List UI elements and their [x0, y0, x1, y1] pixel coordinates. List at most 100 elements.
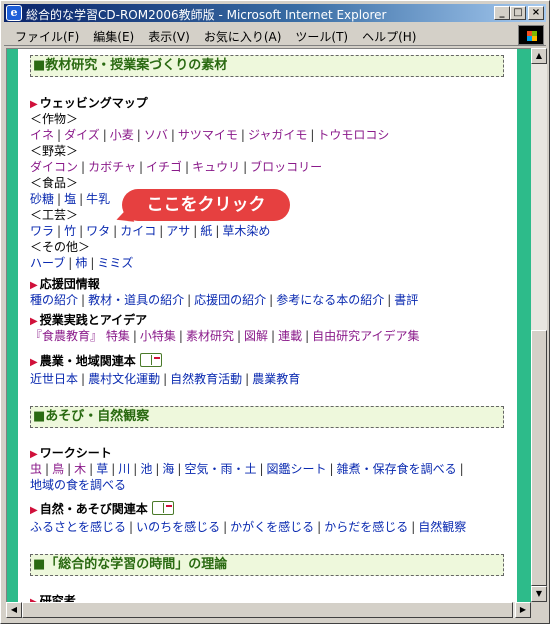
- scroll-up-icon[interactable]: ▲: [531, 48, 547, 64]
- link-crop[interactable]: 小麦: [110, 128, 134, 142]
- scroll-left-icon[interactable]: ◀: [6, 602, 22, 618]
- craft-links: ワラ | 竹 | ワタ | カイコ | アサ | 紙 | 草木染め: [30, 224, 271, 238]
- label-crafts: ＜工芸＞: [30, 208, 79, 222]
- link-nature[interactable]: 自然観察: [418, 520, 466, 534]
- link-practice[interactable]: 図解: [244, 329, 268, 343]
- link-support[interactable]: 参考になる本の紹介: [276, 293, 384, 307]
- link-other[interactable]: ミミズ: [97, 256, 133, 270]
- subheading-researchers[interactable]: ▶研究者: [30, 593, 76, 602]
- agri-links: 近世日本 | 農村文化運動 | 自然教育活動 | 農業教育: [30, 372, 301, 386]
- label-others: ＜その他＞: [30, 240, 91, 254]
- link-support[interactable]: 種の紹介: [30, 293, 78, 307]
- researchers-title: 研究者: [39, 594, 76, 602]
- link-craft[interactable]: カイコ: [120, 224, 156, 238]
- link-vegetable[interactable]: イチゴ: [146, 160, 182, 174]
- link-craft[interactable]: ワラ: [30, 224, 54, 238]
- vertical-scrollbar[interactable]: ▲ ▼: [531, 48, 547, 602]
- menu-help[interactable]: ヘルプ(H): [355, 24, 423, 45]
- page-content: ■教材研究・授業案づくりの素材 ▶ ウェッビングマップ ＜作物＞ イネ | ダイズ | 小…: [18, 49, 517, 602]
- link-nature[interactable]: ふるさとを感じる: [30, 520, 126, 534]
- browser-window: e 総合的な学習CD-ROM2006教師版 - Microsoft Intern…: [0, 0, 550, 624]
- link-worksheet[interactable]: 草: [96, 462, 108, 476]
- link-food[interactable]: 塩: [64, 192, 76, 206]
- link-craft[interactable]: 竹: [64, 224, 76, 238]
- scroll-down-icon[interactable]: ▼: [531, 586, 547, 602]
- scroll-right-icon[interactable]: ▶: [515, 602, 531, 618]
- link-worksheet[interactable]: 鳥: [52, 462, 64, 476]
- link-practice[interactable]: 自由研究アイデア集: [312, 329, 419, 343]
- link-craft[interactable]: 草木染め: [222, 224, 270, 238]
- maximize-button[interactable]: □: [510, 6, 526, 20]
- subheading-agri-books[interactable]: ▶ 農業・地域関連本: [30, 351, 162, 371]
- link-vegetable[interactable]: キュウリ: [192, 160, 240, 174]
- link-agri[interactable]: 農村文化運動: [88, 372, 160, 386]
- arrow-icon: ▶: [30, 280, 38, 291]
- link-agri[interactable]: 農業教育: [252, 372, 300, 386]
- link-agri[interactable]: 自然教育活動: [170, 372, 242, 386]
- title-bar[interactable]: e 総合的な学習CD-ROM2006教師版 - Microsoft Intern…: [4, 4, 546, 22]
- link-worksheet[interactable]: 海: [162, 462, 174, 476]
- link-other[interactable]: ハーブ: [30, 256, 65, 270]
- link-worksheet[interactable]: 虫: [30, 462, 42, 476]
- link-crop[interactable]: ダイズ: [64, 128, 100, 142]
- right-green-border: [517, 49, 531, 602]
- worksheet-title: ワークシート: [39, 446, 112, 460]
- vegetable-links: ダイコン | カボチャ | イチゴ | キュウリ | ブロッコリー: [30, 160, 323, 174]
- menu-tools[interactable]: ツール(T): [288, 24, 355, 45]
- windows-logo-icon: [518, 25, 544, 45]
- window-title: 総合的な学習CD-ROM2006教師版 - Microsoft Internet…: [26, 8, 387, 22]
- link-crop[interactable]: サツマイモ: [178, 128, 238, 142]
- link-crop[interactable]: ジャガイモ: [248, 128, 307, 142]
- link-other[interactable]: 柿: [75, 256, 87, 270]
- link-worksheet[interactable]: 雑煮・保存食を調べる: [337, 462, 457, 476]
- horizontal-scroll-thumb[interactable]: [22, 602, 513, 618]
- worksheet-links-2: 地域の食を調べる: [30, 477, 126, 493]
- link-practice[interactable]: 連載: [278, 329, 302, 343]
- label-vegetables: ＜野菜＞: [30, 144, 79, 158]
- link-nature[interactable]: からだを感じる: [324, 520, 408, 534]
- link-craft[interactable]: アサ: [166, 224, 190, 238]
- link-vegetable[interactable]: ダイコン: [30, 160, 78, 174]
- link-practice[interactable]: 小特集: [140, 329, 176, 343]
- link-worksheet[interactable]: 木: [74, 462, 86, 476]
- label-foods: ＜食品＞: [30, 176, 79, 190]
- link-crop[interactable]: イネ: [30, 128, 54, 142]
- link-agri[interactable]: 近世日本: [30, 372, 78, 386]
- practice-title: 授業実践とアイデア: [39, 313, 148, 327]
- vertical-scroll-thumb[interactable]: [531, 330, 547, 586]
- subheading-nature-books[interactable]: ▶ 自然・あそび関連本: [30, 499, 174, 519]
- link-worksheet[interactable]: 川: [118, 462, 130, 476]
- menu-file[interactable]: ファイル(F): [8, 24, 86, 45]
- scroll-corner: [531, 602, 547, 618]
- horizontal-scrollbar[interactable]: ◀ ▶: [6, 602, 531, 618]
- link-food[interactable]: 砂糖: [30, 192, 54, 206]
- link-nature[interactable]: かがくを感じる: [230, 520, 314, 534]
- arrow-icon: ▶: [30, 505, 38, 516]
- link-food[interactable]: 牛乳: [86, 192, 110, 206]
- link-crop[interactable]: トウモロコシ: [317, 128, 389, 142]
- link-worksheet[interactable]: 池: [140, 462, 152, 476]
- ie-icon: e: [6, 5, 22, 21]
- link-support[interactable]: 書評: [394, 293, 418, 307]
- minimize-button[interactable]: _: [494, 6, 510, 20]
- link-nature[interactable]: いのちを感じる: [136, 520, 220, 534]
- menu-edit[interactable]: 編集(E): [86, 24, 141, 45]
- link-support[interactable]: 教材・道具の紹介: [88, 293, 184, 307]
- link-craft[interactable]: 紙: [200, 224, 212, 238]
- book-icon: [139, 353, 162, 367]
- link-vegetable[interactable]: ブロッコリー: [250, 160, 322, 174]
- section-heading-materials: ■教材研究・授業案づくりの素材: [30, 55, 504, 77]
- link-worksheet[interactable]: 空気・雨・土: [184, 462, 256, 476]
- link-craft[interactable]: ワタ: [86, 224, 110, 238]
- link-practice[interactable]: 『食農教育』 特集: [30, 329, 130, 343]
- menu-favorites[interactable]: お気に入り(A): [197, 24, 289, 45]
- link-practice[interactable]: 素材研究: [186, 329, 234, 343]
- link-vegetable[interactable]: カボチャ: [88, 160, 136, 174]
- link-support[interactable]: 応援団の紹介: [194, 293, 266, 307]
- nature-links: ふるさとを感じる | いのちを感じる | かがくを感じる | からだを感じる | 自然観察: [30, 520, 467, 534]
- link-worksheet[interactable]: 地域の食を調べる: [30, 478, 126, 492]
- close-button[interactable]: ×: [528, 6, 544, 20]
- link-crop[interactable]: ソバ: [144, 128, 168, 142]
- link-worksheet[interactable]: 図鑑シート: [267, 462, 327, 476]
- menu-view[interactable]: 表示(V): [141, 24, 197, 45]
